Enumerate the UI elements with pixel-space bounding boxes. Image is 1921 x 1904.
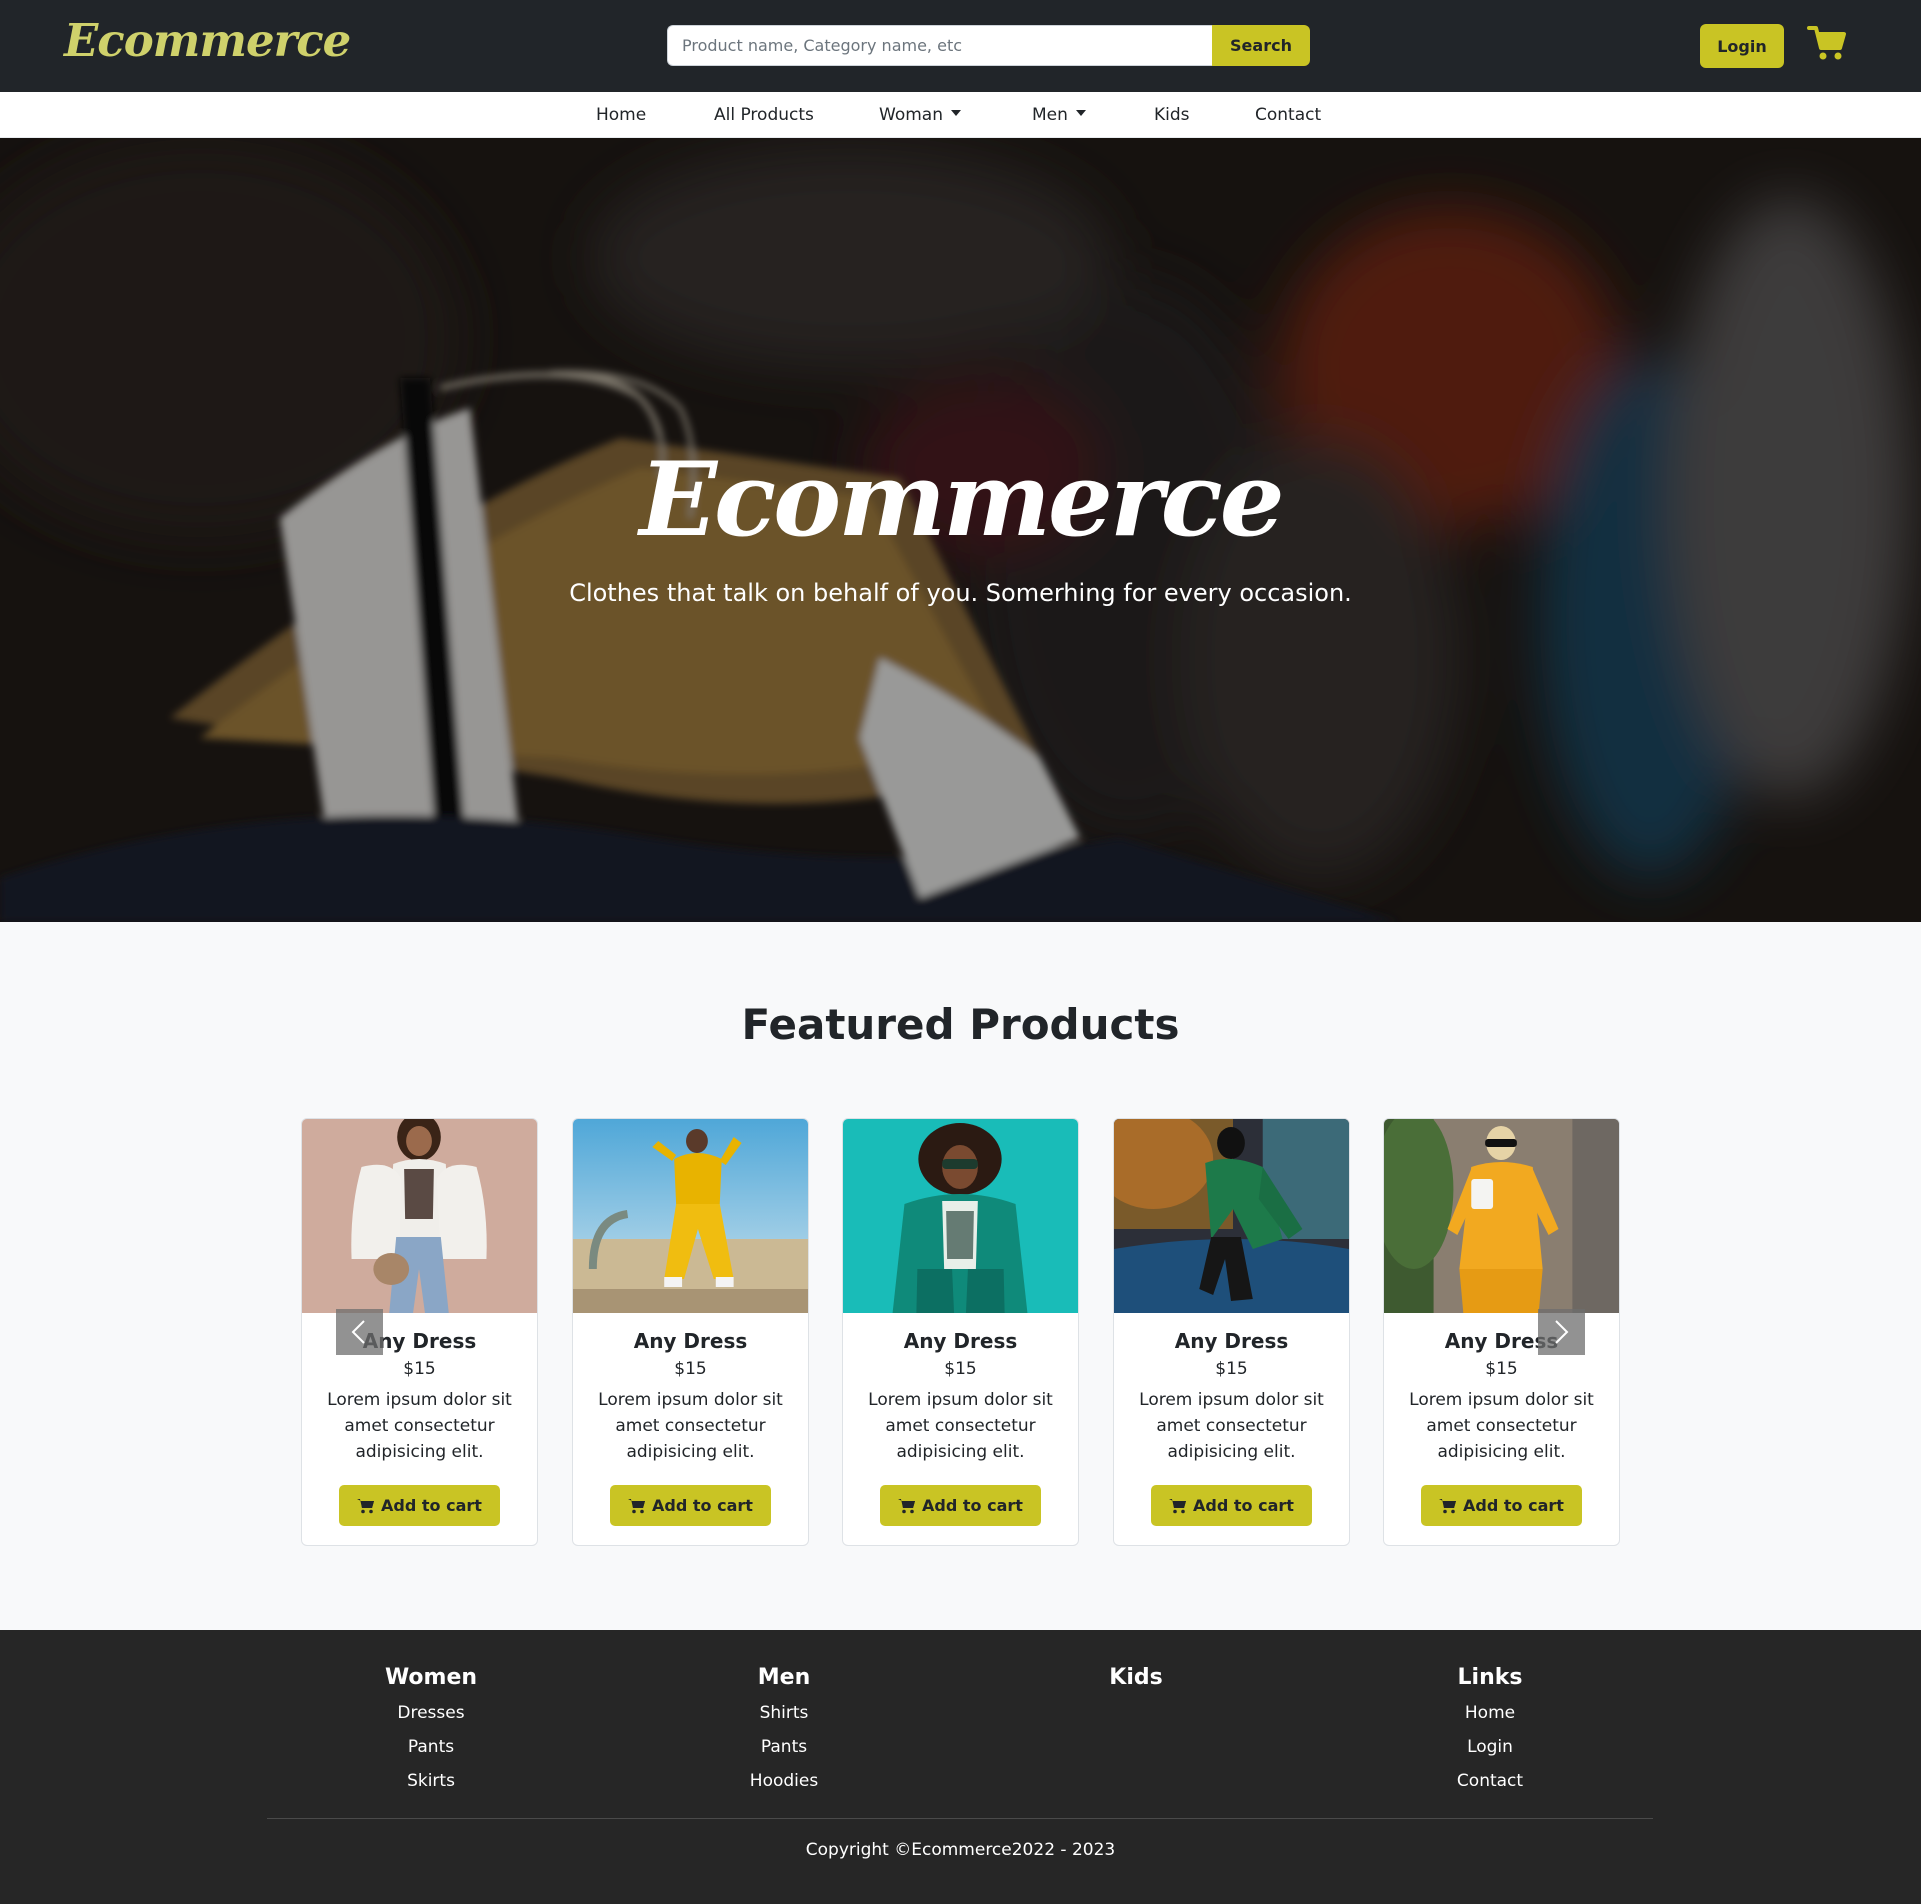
product-description: Lorem ipsum dolor sit amet consectetur a… — [868, 1390, 1053, 1462]
product-price: $15 — [1485, 1359, 1518, 1379]
footer-link[interactable]: Dresses — [311, 1696, 551, 1730]
carousel-next-button[interactable] — [1538, 1309, 1585, 1355]
footer-heading: Kids — [1109, 1665, 1163, 1690]
footer-link[interactable]: Home — [1370, 1696, 1610, 1730]
nav-kids[interactable]: Kids — [1154, 92, 1190, 138]
shopping-cart-icon[interactable] — [1807, 24, 1851, 68]
nav-all-products-label: All Products — [714, 105, 814, 125]
footer-heading: Links — [1457, 1665, 1523, 1690]
product-description: Lorem ipsum dolor sit amet consectetur a… — [598, 1390, 783, 1462]
login-button[interactable]: Login — [1700, 24, 1784, 68]
product-price: $15 — [674, 1359, 707, 1379]
footer-heading: Women — [384, 1665, 478, 1690]
footer-column-women: Women Dresses Pants Skirts — [311, 1660, 551, 1798]
product-image — [1384, 1119, 1619, 1313]
product-description: Lorem ipsum dolor sit amet consectetur a… — [1409, 1390, 1594, 1462]
shopping-cart-icon — [357, 1499, 375, 1514]
footer-link[interactable]: Login — [1370, 1730, 1610, 1764]
footer-link[interactable]: Shirts — [664, 1696, 904, 1730]
product-price: $15 — [1215, 1359, 1248, 1379]
nav-men-label: Men — [1032, 105, 1068, 125]
add-to-cart-label: Add to cart — [381, 1496, 482, 1515]
add-to-cart-button[interactable]: Add to cart — [339, 1485, 500, 1526]
footer-heading: Men — [757, 1665, 811, 1690]
hero-title: Ecommerce — [639, 440, 1284, 560]
add-to-cart-label: Add to cart — [1463, 1496, 1564, 1515]
nav-woman-dropdown[interactable]: Woman — [879, 92, 961, 138]
nav-contact[interactable]: Contact — [1255, 92, 1321, 138]
footer-link[interactable]: Contact — [1370, 1764, 1610, 1798]
product-name[interactable]: Any Dress — [843, 1329, 1078, 1353]
product-image — [573, 1119, 808, 1313]
nav-contact-label: Contact — [1255, 105, 1322, 125]
top-header: Ecommerce Search Login — [0, 0, 1921, 92]
product-card: Any Dress $15 Lorem ipsum dolor sit amet… — [842, 1118, 1079, 1546]
product-image — [302, 1119, 537, 1313]
product-price: $15 — [403, 1359, 436, 1379]
add-to-cart-button[interactable]: Add to cart — [1151, 1485, 1312, 1526]
shopping-cart-icon — [628, 1499, 646, 1514]
product-price: $15 — [944, 1359, 977, 1379]
product-card: Any Dress $15 Lorem ipsum dolor sit amet… — [1113, 1118, 1350, 1546]
add-to-cart-button[interactable]: Add to cart — [610, 1485, 771, 1526]
footer-link[interactable]: Pants — [311, 1730, 551, 1764]
site-logo[interactable]: Ecommerce — [64, 14, 351, 67]
add-to-cart-label: Add to cart — [1193, 1496, 1294, 1515]
product-description: Lorem ipsum dolor sit amet consectetur a… — [327, 1390, 512, 1462]
shopping-cart-icon — [1169, 1499, 1187, 1514]
footer-link[interactable]: Pants — [664, 1730, 904, 1764]
chevron-left-icon — [351, 1320, 365, 1344]
shopping-cart-icon — [898, 1499, 916, 1514]
nav-kids-label: Kids — [1154, 105, 1190, 125]
shopping-cart-icon — [1439, 1499, 1457, 1514]
carousel-prev-button[interactable] — [336, 1309, 383, 1355]
nav-home[interactable]: Home — [596, 92, 646, 138]
caret-down-icon — [1075, 110, 1086, 116]
search-input[interactable] — [667, 25, 1212, 66]
copyright-text: Copyright ©Ecommerce2022 - 2023 — [805, 1840, 1116, 1860]
add-to-cart-button[interactable]: Add to cart — [1421, 1485, 1582, 1526]
search-button[interactable]: Search — [1212, 25, 1310, 66]
caret-down-icon — [950, 110, 961, 116]
chevron-right-icon — [1555, 1320, 1569, 1344]
nav-home-label: Home — [596, 105, 647, 125]
nav-all-products[interactable]: All Products — [714, 92, 814, 138]
featured-products-title: Featured Products — [741, 1000, 1180, 1049]
add-to-cart-label: Add to cart — [652, 1496, 753, 1515]
search-form: Search — [667, 25, 1310, 66]
site-footer: Women Dresses Pants Skirts Men Shirts Pa… — [0, 1630, 1921, 1904]
footer-column-men: Men Shirts Pants Hoodies — [664, 1660, 904, 1798]
product-card: Any Dress $15 Lorem ipsum dolor sit amet… — [572, 1118, 809, 1546]
nav-woman-label: Woman — [879, 105, 943, 125]
footer-link[interactable]: Skirts — [311, 1764, 551, 1798]
product-name[interactable]: Any Dress — [573, 1329, 808, 1353]
product-description: Lorem ipsum dolor sit amet consectetur a… — [1139, 1390, 1324, 1462]
main-nav: Home All Products Woman Men Kids Contact — [0, 92, 1921, 138]
hero-banner: Ecommerce Clothes that talk on behalf of… — [0, 138, 1921, 922]
hero-subtitle: Clothes that talk on behalf of you. Some… — [569, 579, 1352, 607]
footer-column-links: Links Home Login Contact — [1370, 1660, 1610, 1798]
footer-link[interactable]: Hoodies — [664, 1764, 904, 1798]
footer-divider — [267, 1818, 1653, 1819]
product-name[interactable]: Any Dress — [1114, 1329, 1349, 1353]
add-to-cart-label: Add to cart — [922, 1496, 1023, 1515]
nav-men-dropdown[interactable]: Men — [1032, 92, 1086, 138]
footer-column-kids: Kids — [1016, 1660, 1256, 1696]
product-image — [843, 1119, 1078, 1313]
add-to-cart-button[interactable]: Add to cart — [880, 1485, 1041, 1526]
product-image — [1114, 1119, 1349, 1313]
